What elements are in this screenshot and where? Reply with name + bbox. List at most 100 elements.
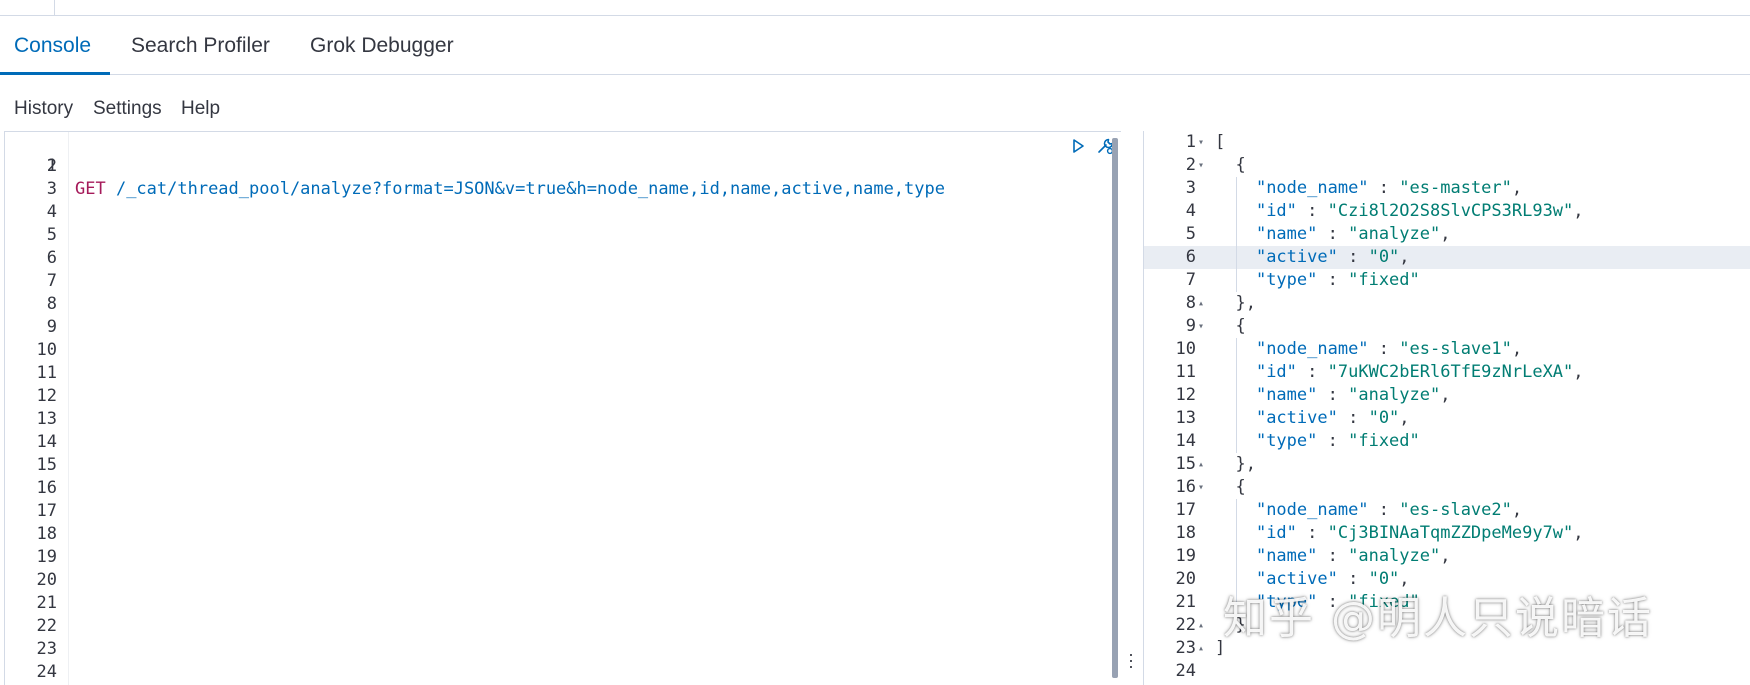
line-number: 4 — [46, 202, 57, 222]
line-number: 13 — [1175, 408, 1196, 428]
request-line[interactable]: 10 — [5, 339, 1121, 362]
response-code: "node_name" : "es-slave1", — [1215, 338, 1522, 361]
request-line[interactable]: 2 — [5, 155, 1121, 178]
json-punctuation: : — [1368, 500, 1390, 520]
fold-close-icon[interactable]: ▴ — [1198, 614, 1208, 637]
response-line[interactable]: 16 ▾ { — [1144, 476, 1750, 499]
fold-open-icon[interactable]: ▾ — [1198, 131, 1208, 154]
json-value: "fixed" — [1348, 431, 1420, 451]
fold-close-icon[interactable]: ▴ — [1198, 292, 1208, 315]
line-number: 24 — [36, 662, 57, 682]
line-number: 23 — [36, 639, 57, 659]
json-value: "es-master" — [1399, 178, 1512, 198]
request-line[interactable]: 5 — [5, 224, 1121, 247]
request-line[interactable]: 15 — [5, 454, 1121, 477]
response-line[interactable]: 12 "name" : "analyze", — [1144, 384, 1750, 407]
request-line[interactable]: 19 — [5, 546, 1121, 569]
json-key: "name" — [1255, 546, 1318, 566]
json-key: "name" — [1255, 224, 1318, 244]
menu-help[interactable]: Help — [181, 98, 220, 120]
fold-close-icon[interactable]: ▴ — [1198, 453, 1208, 476]
response-code: }, — [1215, 292, 1256, 315]
response-code: [ — [1215, 131, 1225, 154]
fold-open-icon[interactable]: ▾ — [1198, 315, 1208, 338]
response-line[interactable]: 6 "active" : "0", — [1144, 246, 1750, 269]
request-line[interactable]: 18 — [5, 523, 1121, 546]
request-line[interactable]: 21 — [5, 592, 1121, 615]
request-line[interactable]: 1 GET /_cat/thread_pool/analyze?format=J… — [5, 132, 1121, 199]
response-code: }, — [1215, 453, 1255, 476]
json-key: "id" — [1255, 362, 1297, 382]
response-line[interactable]: 1 ▾ [ — [1144, 131, 1750, 154]
line-number: 11 — [36, 363, 57, 383]
line-number: 7 — [46, 271, 57, 291]
request-line[interactable]: 6 — [5, 247, 1121, 270]
fold-close-icon[interactable]: ▴ — [1198, 637, 1208, 660]
response-line[interactable]: 9 ▾ { — [1144, 315, 1750, 338]
request-line[interactable]: 17 — [5, 500, 1121, 523]
request-line[interactable]: 20 — [5, 569, 1121, 592]
line-number: 19 — [36, 547, 57, 567]
response-line[interactable]: 5 "name" : "analyze", — [1144, 223, 1750, 246]
request-lines[interactable]: 1 GET /_cat/thread_pool/analyze?format=J… — [5, 132, 1121, 684]
menu-settings[interactable]: Settings — [93, 98, 162, 120]
line-number: 14 — [36, 432, 57, 452]
request-line[interactable]: 22 — [5, 615, 1121, 638]
fold-open-icon[interactable]: ▾ — [1198, 154, 1208, 177]
request-line[interactable]: 13 — [5, 408, 1121, 431]
json-punctuation: : — [1337, 247, 1359, 267]
request-scrollbar[interactable] — [1112, 138, 1118, 678]
response-line[interactable]: 11 "id" : "7uKWC2bERl6TfE9zNrLeXA", — [1144, 361, 1750, 384]
request-line[interactable]: 9 — [5, 316, 1121, 339]
json-value: "0" — [1368, 408, 1400, 428]
response-line[interactable]: 17 "node_name" : "es-slave2", — [1144, 499, 1750, 522]
line-number: 6 — [1185, 247, 1196, 267]
response-line[interactable]: 24 — [1144, 660, 1750, 683]
request-line[interactable]: 11 — [5, 362, 1121, 385]
response-line[interactable]: 2 ▾ { — [1144, 154, 1750, 177]
request-line[interactable]: 14 — [5, 431, 1121, 454]
response-line[interactable]: 3 "node_name" : "es-master", — [1144, 177, 1750, 200]
response-line[interactable]: 14 "type" : "fixed" — [1144, 430, 1750, 453]
response-line[interactable]: 15 ▴ }, — [1144, 453, 1750, 476]
request-line[interactable]: 24 — [5, 661, 1121, 684]
tab-search-profiler[interactable]: Search Profiler — [131, 34, 270, 58]
json-key: "node_name" — [1255, 339, 1369, 359]
response-line[interactable]: 8 ▴ }, — [1144, 292, 1750, 315]
response-line[interactable]: 18 "id" : "Cj3BINAaTqmZZDpeMe9y7w", — [1144, 522, 1750, 545]
response-line[interactable]: 19 "name" : "analyze", — [1144, 545, 1750, 568]
tab-console[interactable]: Console — [14, 34, 91, 58]
json-value: "fixed" — [1348, 270, 1420, 290]
response-line[interactable]: 10 "node_name" : "es-slave1", — [1144, 338, 1750, 361]
json-punctuation — [1338, 546, 1348, 566]
json-punctuation: }, — [1215, 293, 1256, 313]
request-line[interactable]: 7 — [5, 270, 1121, 293]
json-key: "type" — [1255, 270, 1318, 290]
line-number: 19 — [1175, 546, 1196, 566]
line-number: 17 — [1175, 500, 1196, 520]
pane-resizer[interactable]: · · · — [1121, 131, 1143, 685]
request-line[interactable]: 12 — [5, 385, 1121, 408]
request-line[interactable]: 23 — [5, 638, 1121, 661]
play-icon[interactable] — [1068, 136, 1088, 156]
tab-grok-debugger[interactable]: Grok Debugger — [310, 34, 454, 58]
response-line[interactable]: 13 "active" : "0", — [1144, 407, 1750, 430]
fold-open-icon[interactable]: ▾ — [1198, 476, 1208, 499]
request-editor[interactable]: 1 GET /_cat/thread_pool/analyze?format=J… — [4, 131, 1121, 685]
request-line[interactable]: 3 — [5, 178, 1121, 201]
json-punctuation — [1389, 178, 1399, 198]
json-value: "es-slave2" — [1399, 500, 1512, 520]
request-line[interactable]: 8 — [5, 293, 1121, 316]
response-line[interactable]: 7 "type" : "fixed" — [1144, 269, 1750, 292]
request-line[interactable]: 4 — [5, 201, 1121, 224]
line-number: 3 — [46, 179, 57, 199]
json-punctuation — [1338, 270, 1348, 290]
line-number: 8 — [1185, 293, 1196, 313]
request-line[interactable]: 16 — [5, 477, 1121, 500]
line-number: 20 — [36, 570, 57, 590]
response-line[interactable]: 4 "id" : "Czi8l2O2S8SlvCPS3RL93w", — [1144, 200, 1750, 223]
indent-guide — [1236, 177, 1237, 292]
json-punctuation: , — [1573, 201, 1584, 221]
response-code: { — [1215, 154, 1245, 177]
menu-history[interactable]: History — [14, 98, 73, 120]
